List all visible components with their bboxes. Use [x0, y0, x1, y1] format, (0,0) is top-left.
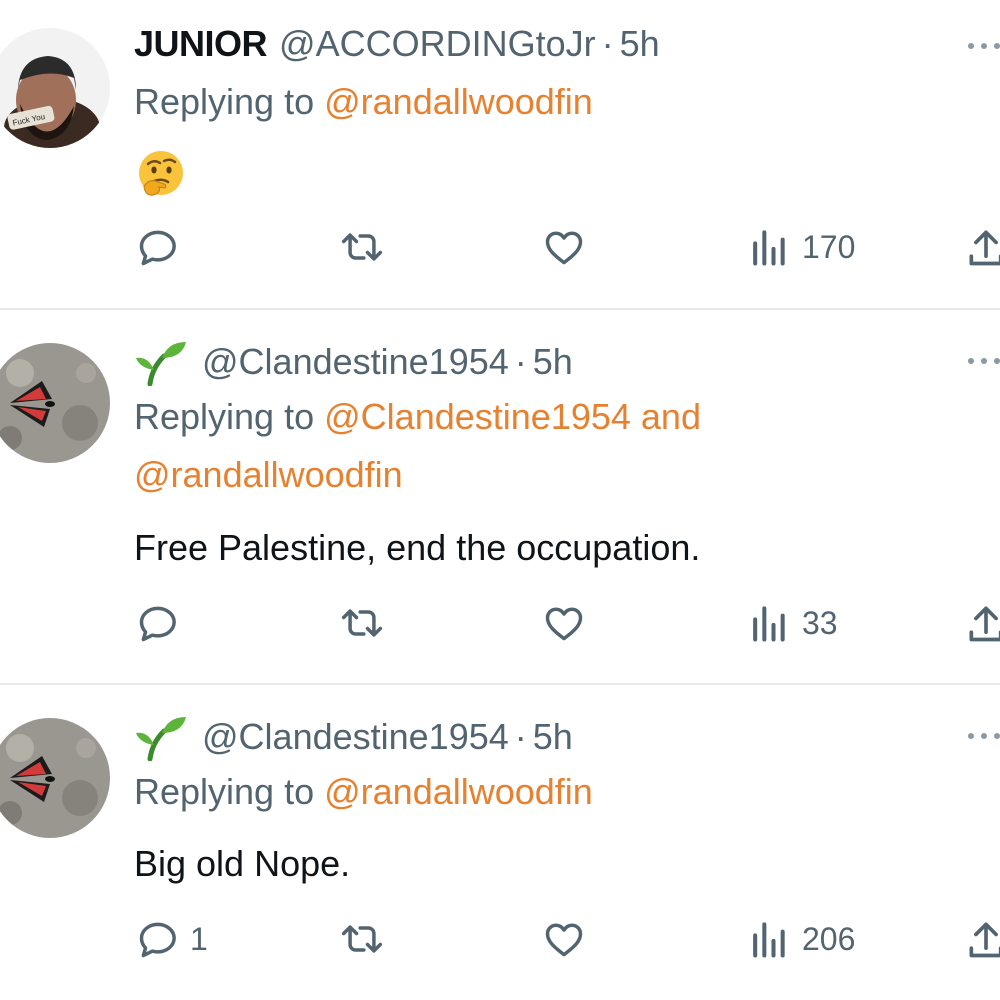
- reply-icon: [139, 922, 176, 958]
- mention-join: and: [640, 396, 701, 437]
- mention-link[interactable]: @randallwoodfin: [134, 454, 403, 495]
- heart-icon: [545, 607, 583, 641]
- tweet-header: @Clandestine1954 · 5h: [134, 713, 573, 761]
- share-icon: [969, 606, 1000, 642]
- tweet-text: Free Palestine, end the occupation.: [134, 527, 701, 568]
- reply-count: 1: [190, 920, 208, 957]
- reply-icon: [139, 606, 176, 642]
- tweet-actions: 170: [0, 222, 1000, 272]
- like-button[interactable]: [542, 222, 586, 272]
- reply-button[interactable]: [136, 222, 194, 272]
- timestamp[interactable]: 5h: [620, 22, 660, 66]
- retweet-icon: [341, 925, 383, 953]
- views-count: 206: [802, 920, 856, 957]
- heart-icon: [545, 231, 583, 265]
- views-icon: [753, 606, 785, 642]
- replying-to-label: Replying to: [134, 81, 315, 122]
- mention-link[interactable]: @Clandestine1954: [324, 396, 631, 437]
- tweet-actions: 1 206: [0, 914, 1000, 964]
- seedling-emoji: [136, 717, 186, 761]
- reply-button[interactable]: [136, 598, 194, 648]
- share-button[interactable]: [966, 914, 1000, 964]
- views-icon: [753, 922, 785, 958]
- reply-context: Replying to @randallwoodfin: [134, 73, 994, 131]
- avatar[interactable]: [0, 718, 110, 838]
- replying-to-label: Replying to: [134, 396, 315, 437]
- share-icon: [969, 230, 1000, 266]
- replying-to-label: Replying to: [134, 771, 315, 812]
- reply-icon: [139, 230, 176, 266]
- views-button[interactable]: 206: [748, 914, 855, 964]
- share-button[interactable]: [966, 598, 1000, 648]
- views-count: 170: [802, 228, 856, 265]
- avatar[interactable]: Fuck You: [0, 28, 110, 148]
- views-count: 33: [802, 604, 838, 641]
- tweet-2[interactable]: @Clandestine1954 · 5h Replying to @Cland…: [0, 310, 1000, 683]
- seedling-emoji: [136, 342, 186, 386]
- tweet-1[interactable]: Fuck You JUNIOR @ACCORDINGtoJr · 5h Repl…: [0, 0, 1000, 308]
- retweet-button[interactable]: [336, 598, 388, 648]
- thinking-face-emoji: [139, 151, 183, 196]
- tweet-header: @Clandestine1954 · 5h: [134, 338, 573, 386]
- views-button[interactable]: 170: [748, 222, 855, 272]
- heart-icon: [545, 923, 583, 957]
- tweet-actions: 33: [0, 598, 1000, 648]
- separator-dot: ·: [514, 341, 527, 382]
- more-options-button[interactable]: [968, 40, 1000, 52]
- tweet-header: JUNIOR @ACCORDINGtoJr · 5h: [134, 22, 660, 66]
- separator-dot: ·: [601, 23, 614, 64]
- timestamp[interactable]: 5h: [533, 715, 573, 759]
- like-button[interactable]: [542, 598, 586, 648]
- tweet-3[interactable]: @Clandestine1954 · 5h Replying to @randa…: [0, 685, 1000, 1000]
- retweet-button[interactable]: [336, 222, 388, 272]
- display-name[interactable]: JUNIOR: [134, 22, 268, 66]
- views-icon: [753, 230, 785, 266]
- more-options-button[interactable]: [968, 355, 1000, 367]
- timestamp[interactable]: 5h: [533, 340, 573, 384]
- handle[interactable]: @Clandestine1954: [202, 715, 509, 759]
- handle[interactable]: @ACCORDINGtoJr: [279, 22, 596, 66]
- retweet-icon: [341, 233, 383, 261]
- more-options-button[interactable]: [968, 730, 1000, 742]
- share-icon: [969, 922, 1000, 958]
- like-button[interactable]: [542, 914, 586, 964]
- share-button[interactable]: [966, 222, 1000, 272]
- retweet-button[interactable]: [336, 914, 388, 964]
- mention-link[interactable]: @randallwoodfin: [324, 81, 593, 122]
- retweet-icon: [341, 609, 383, 637]
- separator-dot: ·: [514, 716, 527, 757]
- reply-context: Replying to @randallwoodfin: [134, 763, 994, 821]
- tweet-text: Big old Nope.: [134, 843, 351, 884]
- reply-button[interactable]: 1: [136, 914, 208, 964]
- avatar[interactable]: [0, 343, 110, 463]
- reply-context: Replying to @Clandestine1954 and @randal…: [134, 388, 994, 504]
- views-button[interactable]: 33: [748, 598, 838, 648]
- mention-link[interactable]: @randallwoodfin: [324, 771, 593, 812]
- handle[interactable]: @Clandestine1954: [202, 340, 509, 384]
